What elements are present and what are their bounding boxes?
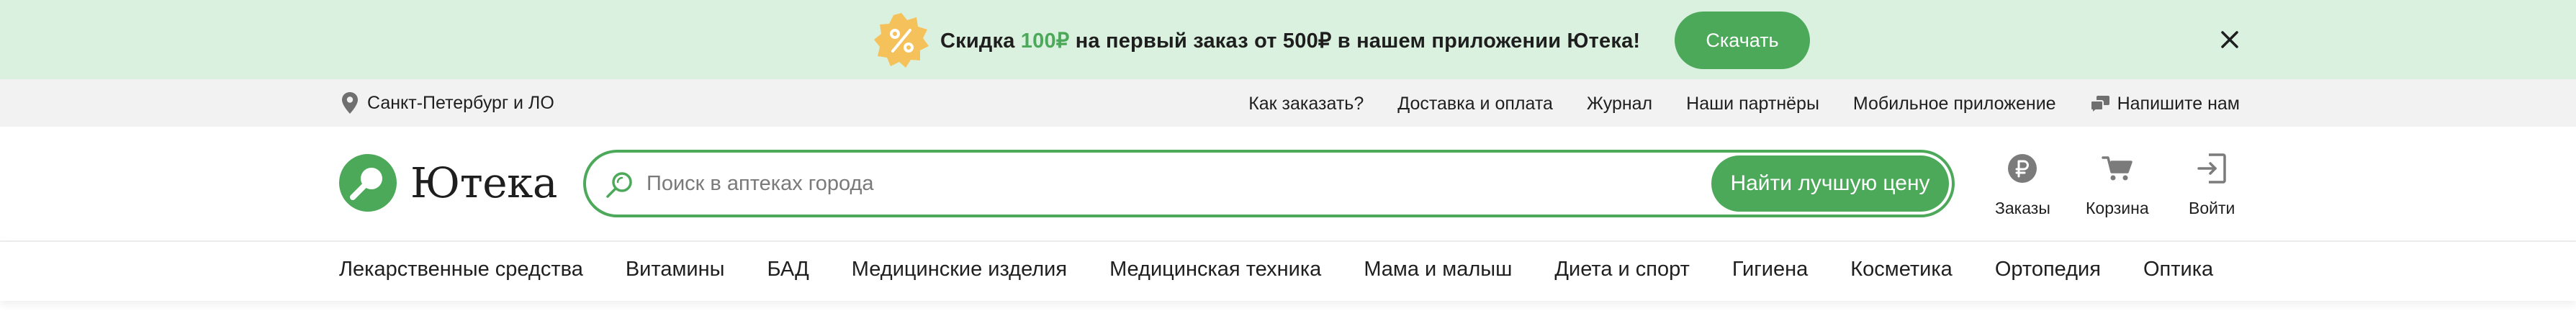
write-to-us-label: Напишите нам [2117, 94, 2240, 114]
ruble-coin-icon [2007, 148, 2038, 189]
category-orthopedics[interactable]: Ортопедия [1995, 258, 2101, 281]
percent-badge-icon [873, 12, 930, 69]
category-vitamins[interactable]: Витамины [626, 258, 725, 281]
city-selector[interactable]: Санкт-Петербург и ЛО [341, 91, 554, 114]
orders-label: Заказы [1995, 199, 2050, 217]
info-bar: Санкт-Петербург и ЛО Как заказать? Доста… [0, 79, 2576, 127]
write-to-us-link[interactable]: Напишите нам [2089, 94, 2240, 114]
promo-text-after: на первый заказ от 500₽ в нашем приложен… [1069, 29, 1641, 53]
category-optics[interactable]: Оптика [2143, 258, 2213, 281]
logo[interactable]: Ютека [338, 153, 557, 212]
promo-discount-amount: 100₽ [1020, 29, 1070, 53]
category-list: Лекарственные средства Витамины БАД Меди… [339, 258, 2213, 281]
link-mobile-app[interactable]: Мобильное приложение [1853, 94, 2056, 114]
link-partners[interactable]: Наши партнёры [1686, 94, 1819, 114]
search-input[interactable] [647, 167, 1683, 200]
login-icon [2196, 148, 2228, 189]
category-mother-baby[interactable]: Мама и малыш [1364, 258, 1512, 281]
category-nav: Лекарственные средства Витамины БАД Меди… [0, 242, 2576, 301]
link-journal[interactable]: Журнал [1587, 94, 1652, 114]
category-medical-equipment[interactable]: Медицинская техника [1109, 258, 1321, 281]
cart-icon [2102, 148, 2133, 189]
cart-button[interactable]: Корзина [2086, 148, 2149, 218]
category-medicines[interactable]: Лекарственные средства [339, 258, 583, 281]
link-how-to-order[interactable]: Как заказать? [1248, 94, 1364, 114]
category-hygiene[interactable]: Гигиена [1732, 258, 1808, 281]
category-diet-sport[interactable]: Диета и спорт [1554, 258, 1690, 281]
category-cosmetics[interactable]: Косметика [1850, 258, 1953, 281]
main-header: Ютека Найти лучшую цену Заказы [0, 127, 2576, 242]
promo-text-before: Скидка [940, 29, 1021, 53]
link-delivery-payment[interactable]: Доставка и оплата [1397, 94, 1553, 114]
promo-text: Скидка 100₽ на первый заказ от 500₽ в на… [940, 28, 1640, 53]
info-links: Как заказать? Доставка и оплата Журнал Н… [1215, 94, 2240, 114]
promo-content: Скидка 100₽ на первый заказ от 500₽ в на… [873, 13, 1640, 68]
login-label: Войти [2189, 199, 2235, 217]
logo-text: Ютека [410, 158, 557, 207]
login-button[interactable]: Войти [2189, 148, 2235, 218]
find-best-price-button[interactable]: Найти лучшую цену [1711, 155, 1949, 212]
city-label: Санкт-Петербург и ЛО [367, 92, 554, 113]
search-bar: Найти лучшую цену [583, 150, 1955, 217]
close-icon[interactable] [2217, 27, 2243, 53]
promo-banner: Скидка 100₽ на первый заказ от 500₽ в на… [0, 0, 2576, 79]
category-medical-products[interactable]: Медицинские изделия [852, 258, 1067, 281]
cart-label: Корзина [2086, 199, 2149, 217]
download-app-button[interactable]: Скачать [1675, 12, 1810, 69]
chat-icon [2089, 95, 2109, 114]
orders-button[interactable]: Заказы [1995, 148, 2050, 218]
location-pin-icon [342, 92, 358, 114]
search-icon [606, 172, 632, 198]
category-supplements[interactable]: БАД [767, 258, 809, 281]
magnifier-logo-icon [339, 154, 397, 212]
